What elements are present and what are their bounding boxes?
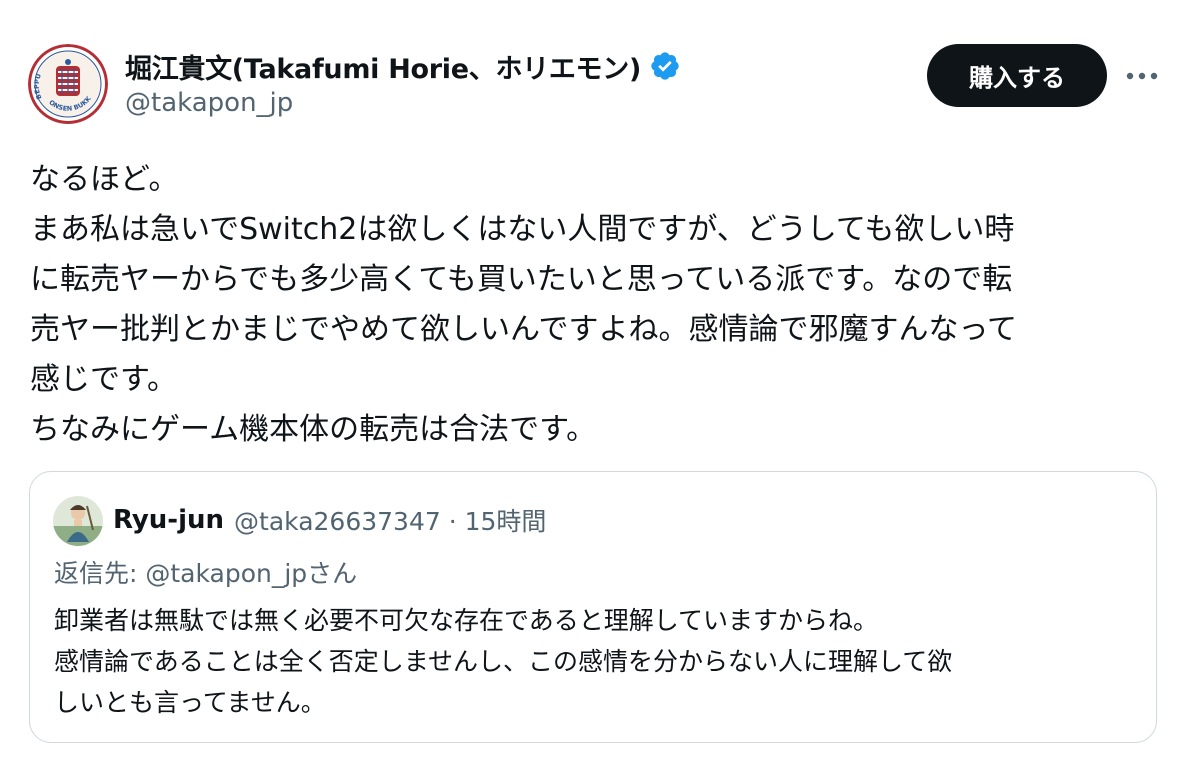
quoted-author-avatar[interactable]	[53, 496, 103, 546]
verified-badge-icon[interactable]	[649, 50, 681, 82]
author-avatar[interactable]: ONSEN BUKKAKE BEPPU	[28, 44, 108, 124]
tweet-text: なるほど。 まあ私は急いでSwitch2は欲しくはない人間ですが、どうしても欲し…	[30, 155, 1170, 455]
author-display-name[interactable]: 堀江貴文(Takafumi Horie、ホリエモン)	[125, 47, 641, 86]
quoted-reply-to[interactable]: 返信先: @takapon_jpさん	[54, 554, 357, 590]
tweet-line: ちなみにゲーム機本体の転売は合法です。	[30, 412, 597, 447]
quoted-author-name[interactable]: Ryu-jun	[113, 505, 224, 535]
tweet-card: ONSEN BUKKAKE BEPPU 堀江貴文(Takafumi Horie、…	[0, 0, 1190, 784]
ellipsis-icon	[1126, 72, 1158, 80]
more-options-button[interactable]	[1122, 58, 1162, 94]
character-avatar-icon	[53, 496, 103, 546]
tweet-line: なるほど。	[30, 162, 179, 197]
buy-button[interactable]: 購入する	[927, 44, 1107, 107]
quoted-line: 感情論であることは全く否定しませんし、この感情を分からない人に理解して欲	[54, 647, 953, 676]
quoted-author-meta[interactable]: @taka26637347 · 15時間	[234, 502, 546, 538]
onsen-seal-avatar-icon: ONSEN BUKKAKE BEPPU	[28, 44, 108, 124]
quoted-line: しいとも言ってません。	[54, 688, 326, 717]
tweet-line: まあ私は急いでSwitch2は欲しくはない人間ですが、どうしても欲しい時	[30, 212, 1015, 247]
quoted-header: Ryu-jun @taka26637347 · 15時間	[113, 500, 546, 540]
author-name-row: 堀江貴文(Takafumi Horie、ホリエモン)	[125, 44, 681, 88]
quoted-line: 卸業者は無駄では無く必要不可欠な存在であると理解していますからね。	[54, 606, 879, 635]
quoted-tweet[interactable]: Ryu-jun @taka26637347 · 15時間 返信先: @takap…	[29, 471, 1157, 743]
tweet-line: 売ヤー批判とかまじでやめて欲しいんですよね。感情論で邪魔すんなって	[30, 312, 1017, 347]
tweet-line: 感じです。	[30, 362, 177, 397]
tweet-line: に転売ヤーからでも多少高くても買いたいと思っている派です。なので転	[30, 262, 1013, 297]
author-handle[interactable]: @takapon_jp	[125, 88, 293, 118]
quoted-text: 卸業者は無駄では無く必要不可欠な存在であると理解していますからね。 感情論である…	[54, 600, 952, 723]
